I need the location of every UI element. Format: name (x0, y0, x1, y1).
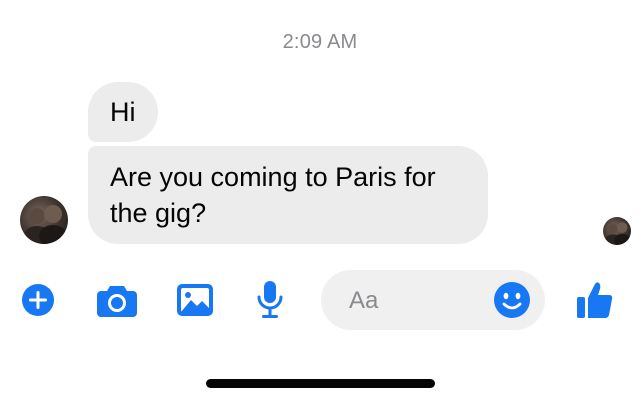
like-button[interactable] (575, 280, 615, 320)
camera-icon (96, 282, 138, 318)
message-timestamp: 2:09 AM (282, 31, 358, 53)
camera-button[interactable] (97, 280, 137, 320)
plus-icon (21, 283, 55, 317)
add-button[interactable] (18, 280, 58, 320)
chat-screen: 2:09 AM Hi Are you coming to Paris for t… (0, 0, 640, 402)
image-icon (176, 283, 214, 317)
seen-receipt-avatar (603, 217, 631, 245)
smile-icon (493, 282, 531, 323)
contact-avatar[interactable] (20, 196, 68, 244)
gallery-button[interactable] (175, 280, 215, 320)
emoji-button[interactable] (493, 281, 531, 319)
home-indicator[interactable] (206, 379, 435, 388)
message-input-container[interactable] (321, 270, 545, 330)
message-bubble[interactable]: Are you coming to Paris for the gig? (88, 146, 488, 244)
message-bubble[interactable]: Hi (88, 82, 158, 142)
message-input[interactable] (347, 284, 501, 318)
voice-button[interactable] (250, 280, 290, 320)
message-composer (0, 270, 640, 330)
microphone-icon (255, 280, 285, 320)
thumbs-up-icon (576, 280, 614, 320)
